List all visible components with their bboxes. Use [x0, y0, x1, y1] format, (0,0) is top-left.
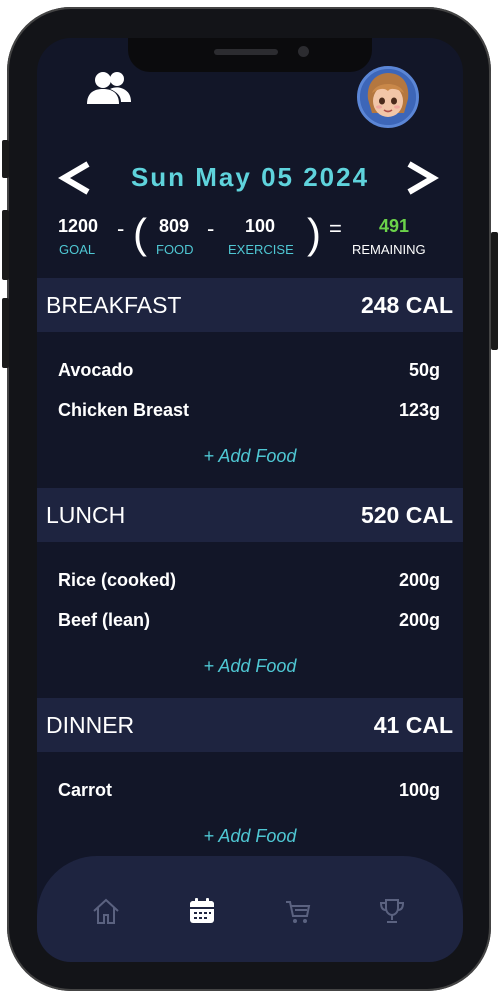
food-quantity: 123g — [398, 400, 440, 420]
food-name: Beef (lean) — [58, 610, 151, 630]
food-name: Rice (cooked) — [58, 570, 177, 590]
meal-header-dinner[interactable]: DINNER 41 CAL — [37, 698, 463, 752]
notch-camera — [298, 46, 309, 57]
add-food-button[interactable]: + Add Food — [37, 656, 463, 677]
food-name: Chicken Breast — [58, 400, 190, 420]
open-paren: ( — [133, 210, 147, 257]
add-food-button[interactable]: + Add Food — [37, 446, 463, 467]
meal-calories: 520 CAL — [360, 502, 453, 528]
meal-title: DINNER — [46, 712, 135, 738]
meal-header-breakfast[interactable]: BREAKFAST 248 CAL — [37, 278, 463, 332]
minus-sign: - — [117, 216, 125, 241]
food-item[interactable]: Rice (cooked) 200g — [37, 566, 463, 596]
equals-sign: = — [329, 216, 342, 241]
bottom-navigation — [37, 856, 463, 962]
remaining-label: REMAINING — [352, 242, 426, 257]
remaining-value: 491 — [379, 216, 410, 236]
current-date[interactable]: Sun May 05 2024 — [37, 162, 463, 193]
meal-header-lunch[interactable]: LUNCH 520 CAL — [37, 488, 463, 542]
exercise-value: 100 — [245, 216, 276, 236]
food-label: FOOD — [156, 242, 194, 257]
food-quantity: 100g — [398, 780, 440, 800]
meal-title: LUNCH — [46, 502, 126, 528]
date-navigator: Sun May 05 2024 — [37, 158, 463, 198]
chevron-right-icon[interactable] — [405, 160, 439, 196]
food-name: Carrot — [58, 780, 113, 800]
meal-title: BREAKFAST — [46, 292, 182, 318]
meal-calories: 248 CAL — [360, 292, 453, 318]
users-icon[interactable] — [83, 70, 133, 108]
cart-icon[interactable] — [283, 896, 313, 926]
goal-value: 1200 — [58, 216, 99, 236]
add-food-button[interactable]: + Add Food — [37, 826, 463, 847]
trophy-icon[interactable] — [377, 896, 407, 926]
calorie-summary: 1200 GOAL - ( 809 FOOD - 100 EXERCISE ) … — [37, 210, 463, 262]
food-item[interactable]: Avocado 50g — [37, 356, 463, 386]
food-quantity: 50g — [408, 360, 440, 380]
minus-sign: - — [207, 216, 215, 241]
food-item[interactable]: Chicken Breast 123g — [37, 396, 463, 426]
food-quantity: 200g — [398, 570, 440, 590]
phone-volume-up-button — [2, 210, 9, 280]
home-icon[interactable] — [91, 896, 121, 926]
notch-speaker — [214, 49, 278, 55]
goal-label: GOAL — [59, 242, 96, 257]
phone-notch — [128, 38, 372, 72]
meal-calories: 41 CAL — [373, 712, 453, 738]
food-name: Avocado — [58, 360, 134, 380]
food-value: 809 — [159, 216, 190, 236]
food-item[interactable]: Beef (lean) 200g — [37, 606, 463, 636]
avatar-illustration-icon — [360, 69, 416, 125]
app-screen: Sun May 05 2024 1200 GOAL - ( 809 FOOD -… — [37, 38, 463, 962]
phone-side-button — [2, 140, 9, 178]
food-item[interactable]: Carrot 100g — [37, 776, 463, 806]
close-paren: ) — [307, 210, 321, 257]
avatar[interactable] — [357, 66, 419, 128]
phone-volume-down-button — [2, 298, 9, 368]
calendar-icon[interactable] — [187, 896, 217, 926]
exercise-label: EXERCISE — [228, 242, 294, 257]
food-quantity: 200g — [398, 610, 440, 630]
phone-power-button — [491, 232, 498, 350]
